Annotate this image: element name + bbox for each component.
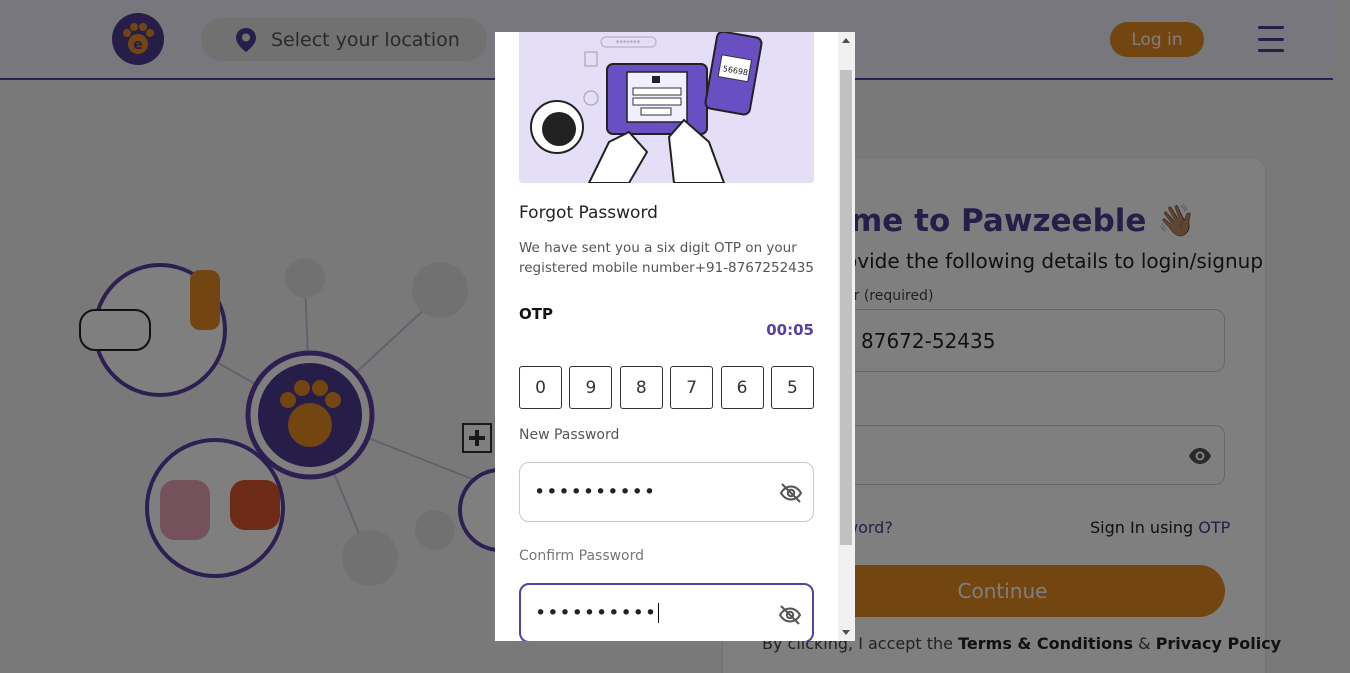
modal-title: Forgot Password	[519, 203, 658, 223]
otp-digit-input[interactable]: 7	[670, 366, 714, 409]
scroll-down-arrow-icon[interactable]	[842, 630, 850, 635]
text-caret	[658, 603, 660, 623]
scroll-up-arrow-icon[interactable]	[842, 38, 850, 43]
scrollbar-thumb[interactable]	[840, 70, 852, 545]
confirm-password-value: ••••••••••	[535, 602, 658, 624]
modal-description: We have sent you a six digit OTP on your…	[519, 240, 814, 276]
confirm-password-input[interactable]: ••••••••••	[519, 583, 814, 641]
eye-off-icon[interactable]	[779, 481, 803, 505]
new-password-input[interactable]: ••••••••••	[519, 462, 814, 522]
forgot-password-modal: ******* 56698 Forgot Password We have se…	[495, 32, 855, 641]
otp-digit-input[interactable]: 0	[519, 366, 562, 409]
otp-digit-input[interactable]: 8	[619, 366, 663, 409]
otp-digit-input[interactable]: 6	[720, 366, 764, 409]
login-illustration: ******* 56698	[519, 32, 814, 183]
otp-label: OTP	[519, 305, 553, 323]
otp-digit-input[interactable]: 9	[569, 366, 613, 409]
modal-scrollbar[interactable]	[838, 32, 855, 641]
eye-off-icon[interactable]	[778, 603, 802, 627]
otp-timer: 00:05	[766, 321, 814, 339]
svg-text:*******: *******	[616, 39, 641, 47]
new-password-label: New Password	[519, 427, 620, 443]
confirm-password-label: Confirm Password	[519, 548, 645, 564]
new-password-value: ••••••••••	[534, 481, 657, 503]
otp-inputs: 0 9 8 7 6 5	[519, 366, 814, 409]
otp-digit-input[interactable]: 5	[770, 366, 814, 409]
